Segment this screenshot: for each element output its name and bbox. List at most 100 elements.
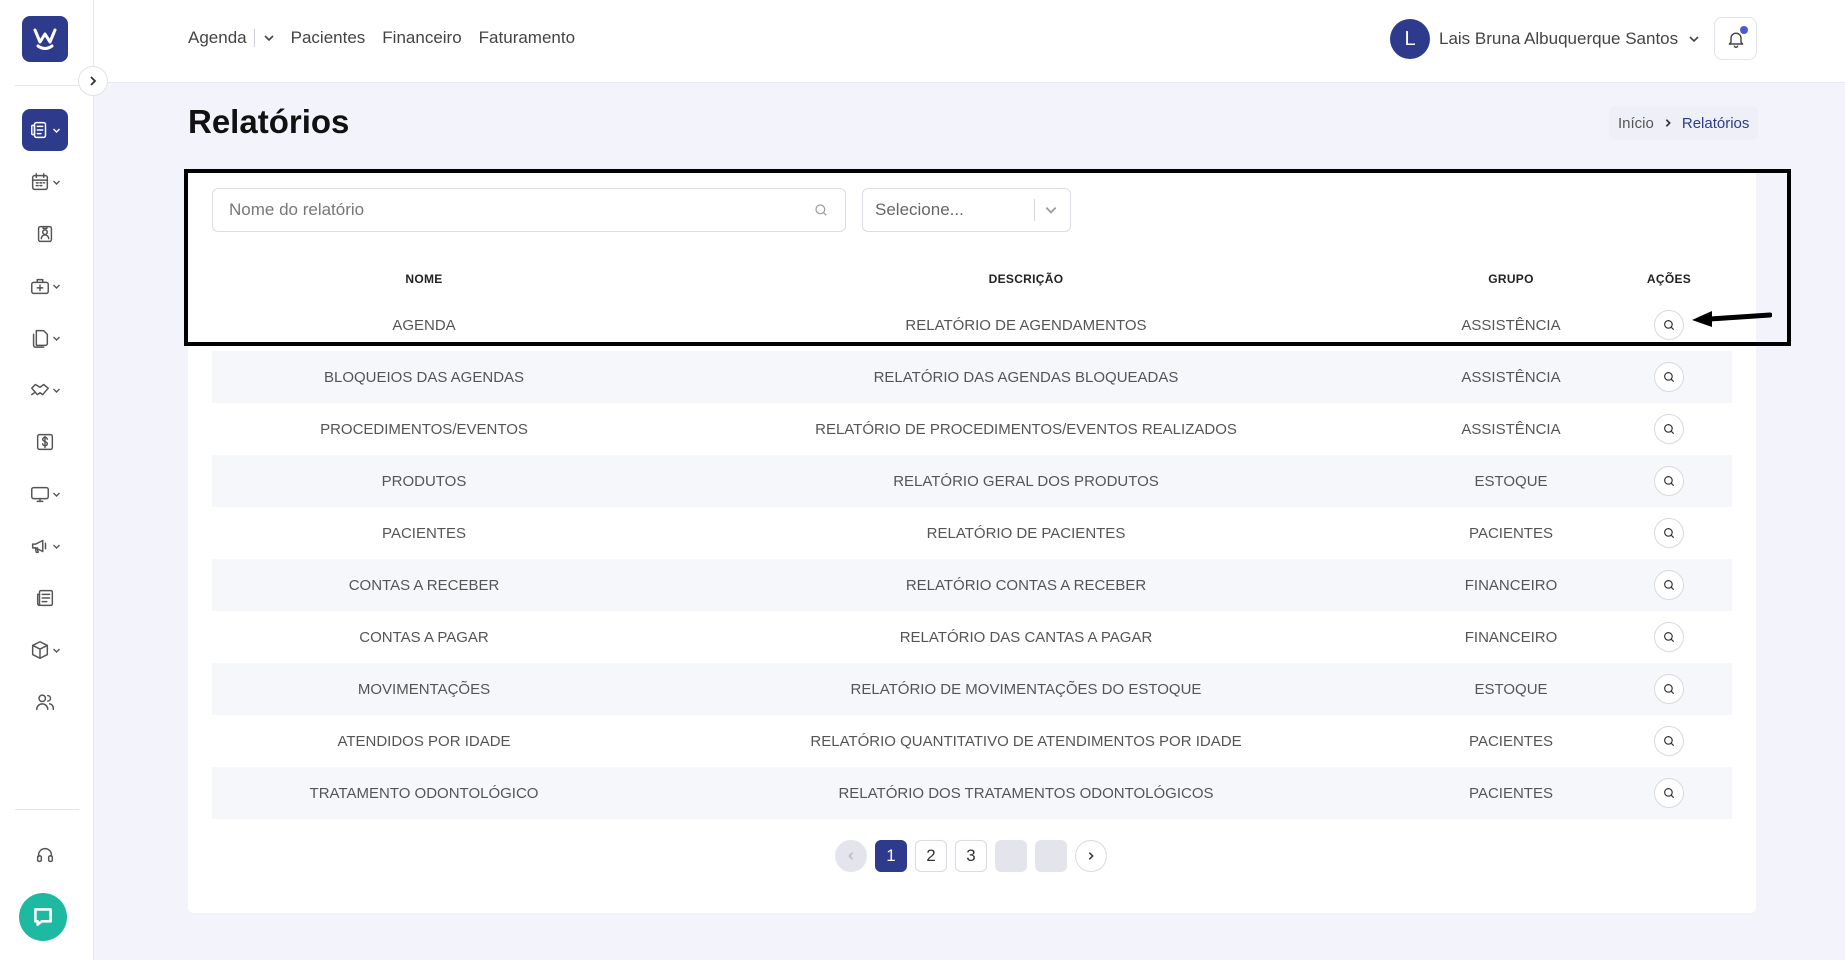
cell-acoes — [1606, 663, 1732, 715]
chevron-down-icon — [1689, 36, 1699, 43]
pagination-next-button[interactable] — [1075, 840, 1107, 872]
cell-grupo: ESTOQUE — [1416, 455, 1606, 507]
view-report-button[interactable] — [1654, 674, 1684, 704]
nav-separator — [253, 29, 255, 47]
chevron-down-icon — [53, 544, 60, 549]
chat-button[interactable] — [19, 893, 67, 941]
cell-nome: ATENDIDOS POR IDADE — [337, 732, 511, 750]
view-report-button[interactable] — [1654, 726, 1684, 756]
cell-descricao: RELATÓRIO QUANTITATIVO DE ATENDIMENTOS P… — [810, 732, 1242, 750]
cell-descricao: RELATÓRIO DE MOVIMENTAÇÕES DO ESTOQUE — [636, 663, 1416, 715]
view-report-button[interactable] — [1654, 362, 1684, 392]
search-icon — [1664, 788, 1675, 799]
top-bar: Agenda Pacientes Financeiro Faturamento … — [94, 0, 1845, 83]
cell-descricao: RELATÓRIO DAS AGENDAS BLOQUEADAS — [636, 351, 1416, 403]
sidebar-item-dollar[interactable] — [22, 421, 68, 463]
chevron-down-icon — [53, 648, 60, 653]
column-header-descricao[interactable]: DESCRIÇÃO — [636, 259, 1416, 299]
sidebar — [0, 0, 94, 960]
nav-link-financeiro[interactable]: Financeiro — [382, 28, 461, 48]
chevron-down-icon — [53, 336, 60, 341]
chevron-down-icon — [53, 388, 60, 393]
view-report-button[interactable] — [1654, 310, 1684, 340]
column-header-nome[interactable]: NOME — [212, 259, 636, 299]
chevron-right-icon — [1665, 119, 1671, 127]
cell-acoes — [1606, 403, 1732, 455]
cell-acoes — [1606, 299, 1732, 351]
breadcrumb: Início Relatórios — [1609, 106, 1759, 140]
nav-link-agenda[interactable]: Agenda — [188, 28, 247, 48]
pagination-page-3[interactable]: 3 — [955, 840, 987, 872]
cell-grupo: PACIENTES — [1469, 524, 1553, 542]
table-row: ATENDIDOS POR IDADE RELATÓRIO QUANTITATIV… — [212, 715, 1732, 767]
search-input[interactable] — [229, 200, 813, 220]
sidebar-item-handshake[interactable] — [22, 369, 68, 411]
pagination-page-placeholder[interactable] — [1035, 840, 1067, 872]
app-root: Agenda Pacientes Financeiro Faturamento … — [0, 0, 1845, 960]
cell-nome: MOVIMENTAÇÕES — [212, 663, 636, 715]
agenda-dropdown-toggle[interactable] — [263, 32, 275, 44]
chevron-down-icon — [1045, 207, 1057, 214]
support-button[interactable] — [22, 834, 68, 876]
sidebar-item-medical-bag[interactable] — [22, 265, 68, 307]
table-row: CONTAS A PAGAR RELATÓRIO DAS CANTAS A PAG… — [212, 611, 1732, 663]
view-report-button[interactable] — [1654, 518, 1684, 548]
table-row: PROCEDIMENTOS/EVENTOS RELATÓRIO DE PROCED… — [212, 403, 1732, 455]
user-menu-toggle[interactable] — [1688, 33, 1700, 45]
table-row: TRATAMENTO ODONTOLÓGICO RELATÓRIO DOS TRA… — [212, 767, 1732, 819]
reports-card: Selecione... NOME DESCRIÇÃO GRUPO AÇÕES … — [188, 170, 1756, 913]
view-report-button[interactable] — [1654, 778, 1684, 808]
view-report-button[interactable] — [1654, 570, 1684, 600]
search-icon — [1664, 580, 1675, 591]
calendar-icon — [31, 173, 49, 191]
search-icon — [1664, 684, 1675, 695]
sidebar-item-users[interactable] — [22, 681, 68, 723]
chat-bubble-icon — [34, 908, 52, 926]
sidebar-item-calendar[interactable] — [22, 161, 68, 203]
megaphone-icon — [31, 539, 47, 554]
view-report-button[interactable] — [1654, 622, 1684, 652]
nav-link-pacientes[interactable]: Pacientes — [291, 28, 366, 48]
cell-acoes — [1606, 611, 1732, 663]
column-header-grupo[interactable]: GRUPO — [1416, 259, 1606, 299]
w-smile-logo-icon — [33, 28, 57, 50]
sidebar-item-box[interactable] — [22, 629, 68, 671]
patient-badge-icon — [37, 225, 53, 243]
sidebar-item-monitor[interactable] — [22, 473, 68, 515]
nav-link-faturamento[interactable]: Faturamento — [479, 28, 575, 48]
brand-logo[interactable] — [22, 16, 68, 62]
cell-nome: PRODUTOS — [212, 455, 636, 507]
breadcrumb-home-link[interactable]: Início — [1618, 115, 1654, 132]
pagination: 123 — [835, 840, 1115, 872]
sidebar-toggle-button[interactable] — [78, 66, 108, 96]
pagination-page-placeholder[interactable] — [995, 840, 1027, 872]
view-report-button[interactable] — [1654, 466, 1684, 496]
cell-descricao: RELATÓRIO DE PACIENTES — [926, 524, 1126, 542]
user-menu[interactable]: L Lais Bruna Albuquerque Santos — [1390, 19, 1700, 59]
cell-grupo: ESTOQUE — [1416, 663, 1606, 715]
sidebar-divider — [15, 85, 79, 86]
cell-descricao: RELATÓRIO DAS CANTAS A PAGAR — [899, 628, 1153, 646]
sidebar-item-patient-badge[interactable] — [22, 213, 68, 255]
pagination-page-1[interactable]: 1 — [875, 840, 907, 872]
cell-acoes — [1606, 351, 1732, 403]
search-icon — [1664, 528, 1675, 539]
pagination-page-2[interactable]: 2 — [915, 840, 947, 872]
cell-acoes — [1606, 559, 1732, 611]
group-select[interactable]: Selecione... — [862, 188, 1071, 232]
cell-nome: BLOQUEIOS DAS AGENDAS — [212, 351, 636, 403]
table-row: CONTAS A RECEBER RELATÓRIO CONTAS A RECEB… — [212, 559, 1732, 611]
pagination-prev-button[interactable] — [835, 840, 867, 872]
sidebar-item-newspaper[interactable] — [22, 577, 68, 619]
view-report-button[interactable] — [1654, 414, 1684, 444]
breadcrumb-current: Relatórios — [1681, 114, 1750, 132]
handshake-icon — [31, 383, 49, 396]
notifications-button[interactable] — [1714, 17, 1757, 60]
page-title: Relatórios — [188, 103, 350, 140]
reports-table: NOME DESCRIÇÃO GRUPO AÇÕES AGENDA RELATÓR… — [212, 259, 1732, 819]
sidebar-item-reports[interactable] — [22, 109, 68, 151]
table-row: MOVIMENTAÇÕES RELATÓRIO DE MOVIMENTAÇÕES … — [212, 663, 1732, 715]
sidebar-item-megaphone[interactable] — [22, 525, 68, 567]
sidebar-item-documents[interactable] — [22, 317, 68, 359]
breadcrumb-separator — [1663, 118, 1673, 128]
